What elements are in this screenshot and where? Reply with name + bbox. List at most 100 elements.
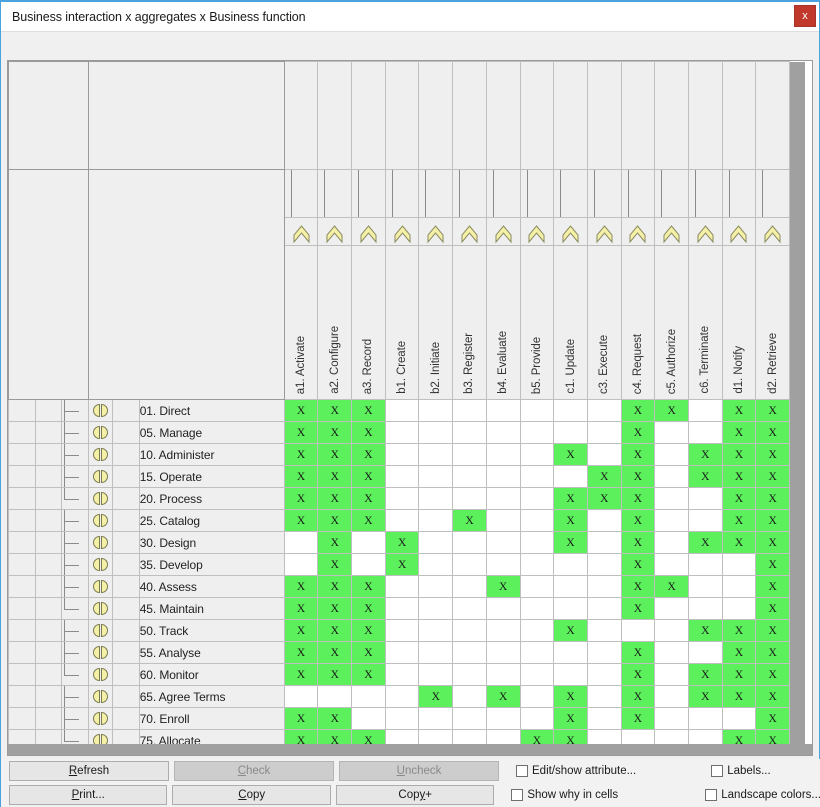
matrix-cell[interactable]: [452, 399, 487, 422]
column-chevron-icon[interactable]: [418, 217, 454, 246]
matrix-cell[interactable]: [519, 685, 555, 708]
matrix-cell[interactable]: [687, 575, 723, 598]
matrix-cell[interactable]: [418, 707, 454, 730]
matrix-cell[interactable]: [553, 421, 588, 444]
matrix-cell[interactable]: [418, 465, 454, 488]
matrix-cell[interactable]: [553, 575, 588, 598]
vertical-scrollbar[interactable]: [789, 61, 805, 754]
matrix-cell[interactable]: X: [317, 619, 353, 642]
close-icon[interactable]: x: [794, 5, 816, 27]
matrix-cell[interactable]: [553, 553, 588, 576]
row-label[interactable]: 50. Track: [138, 619, 285, 642]
matrix-cell[interactable]: X: [317, 553, 353, 576]
matrix-cell[interactable]: X: [384, 531, 420, 554]
matrix-cell[interactable]: [283, 531, 319, 554]
matrix-cell[interactable]: X: [553, 531, 588, 554]
matrix-cell[interactable]: [654, 465, 689, 488]
matrix-cell[interactable]: X: [687, 685, 723, 708]
table-row[interactable]: 65. Agree Terms X X X X X X X: [8, 685, 806, 708]
matrix-cell[interactable]: X: [384, 553, 420, 576]
matrix-cell[interactable]: [485, 663, 521, 686]
matrix-cell[interactable]: X: [721, 487, 757, 510]
matrix-cell[interactable]: X: [654, 575, 689, 598]
matrix-cell[interactable]: [418, 575, 454, 598]
matrix-cell[interactable]: X: [586, 465, 622, 488]
matrix-cell[interactable]: [654, 641, 689, 664]
matrix-cell[interactable]: [519, 663, 555, 686]
matrix-cell[interactable]: X: [317, 707, 353, 730]
row-label[interactable]: 70. Enroll: [138, 707, 285, 730]
column-chevron-icon[interactable]: [553, 217, 588, 246]
matrix-cell[interactable]: X: [620, 399, 656, 422]
matrix-cell[interactable]: [485, 707, 521, 730]
row-label[interactable]: 10. Administer: [138, 443, 285, 466]
column-chevron-icon[interactable]: [485, 217, 521, 246]
matrix-cell[interactable]: [384, 619, 420, 642]
matrix-cell[interactable]: [418, 531, 454, 554]
column-header[interactable]: a2. Configure: [317, 245, 353, 400]
column-header[interactable]: c6. Terminate: [687, 245, 723, 400]
matrix-cell[interactable]: [654, 685, 689, 708]
matrix-cell[interactable]: [586, 509, 622, 532]
column-chevron-icon[interactable]: [721, 217, 757, 246]
matrix-cell[interactable]: [418, 509, 454, 532]
matrix-cell[interactable]: X: [283, 663, 319, 686]
footer-button-copy[interactable]: Copy: [172, 785, 331, 805]
column-header[interactable]: c5. Authorize: [654, 245, 689, 400]
matrix-cell[interactable]: [452, 597, 487, 620]
matrix-cell[interactable]: [586, 531, 622, 554]
matrix-cell[interactable]: [519, 465, 555, 488]
matrix-cell[interactable]: [418, 421, 454, 444]
matrix-cell[interactable]: [452, 575, 487, 598]
matrix-cell[interactable]: X: [485, 685, 521, 708]
checkbox-icon[interactable]: [705, 789, 718, 801]
matrix-cell[interactable]: X: [283, 707, 319, 730]
matrix-cell[interactable]: X: [620, 421, 656, 444]
matrix-cell[interactable]: [553, 597, 588, 620]
matrix-cell[interactable]: X: [620, 575, 656, 598]
table-row[interactable]: 55. Analyse X X X X X X: [8, 641, 806, 664]
row-label[interactable]: 60. Monitor: [138, 663, 285, 686]
matrix-cell[interactable]: X: [755, 421, 791, 444]
matrix-cell[interactable]: [586, 619, 622, 642]
table-row[interactable]: 45. Maintain X X X X X: [8, 597, 806, 620]
matrix-cell[interactable]: [586, 421, 622, 444]
matrix-cell[interactable]: [519, 641, 555, 664]
matrix-cell[interactable]: X: [283, 641, 319, 664]
checkbox-icon[interactable]: [516, 765, 528, 777]
matrix-cell[interactable]: [351, 553, 386, 576]
matrix-cell[interactable]: [384, 597, 420, 620]
matrix-cell[interactable]: X: [755, 531, 791, 554]
column-header[interactable]: c1. Update: [553, 245, 588, 400]
matrix-cell[interactable]: X: [721, 509, 757, 532]
matrix-cell[interactable]: X: [721, 465, 757, 488]
matrix-cell[interactable]: X: [687, 663, 723, 686]
matrix-cell[interactable]: [351, 531, 386, 554]
column-chevron-icon[interactable]: [317, 217, 353, 246]
checkbox-labels[interactable]: Labels...: [711, 765, 771, 777]
matrix-cell[interactable]: [418, 641, 454, 664]
matrix-cell[interactable]: X: [755, 619, 791, 642]
matrix-cell[interactable]: [721, 597, 757, 620]
matrix-cell[interactable]: X: [351, 399, 386, 422]
matrix-cell[interactable]: [317, 685, 353, 708]
column-header[interactable]: b4. Evaluate: [485, 245, 521, 400]
matrix-cell[interactable]: [384, 685, 420, 708]
matrix-cell[interactable]: X: [283, 421, 319, 444]
matrix-cell[interactable]: X: [620, 465, 656, 488]
matrix-cell[interactable]: [519, 597, 555, 620]
matrix-cell[interactable]: [384, 575, 420, 598]
matrix-cell[interactable]: X: [721, 531, 757, 554]
matrix-cell[interactable]: [384, 465, 420, 488]
column-header[interactable]: b2. Initiate: [418, 245, 454, 400]
matrix-cell[interactable]: X: [418, 685, 454, 708]
matrix-cell[interactable]: [384, 421, 420, 444]
matrix-cell[interactable]: X: [283, 619, 319, 642]
matrix-cell[interactable]: X: [654, 399, 689, 422]
matrix-cell[interactable]: X: [755, 663, 791, 686]
matrix-cell[interactable]: X: [620, 597, 656, 620]
matrix-cell[interactable]: X: [485, 575, 521, 598]
matrix-cell[interactable]: [418, 619, 454, 642]
matrix-cell[interactable]: [687, 553, 723, 576]
table-row[interactable]: 01. Direct X X X X X X X: [8, 399, 806, 422]
